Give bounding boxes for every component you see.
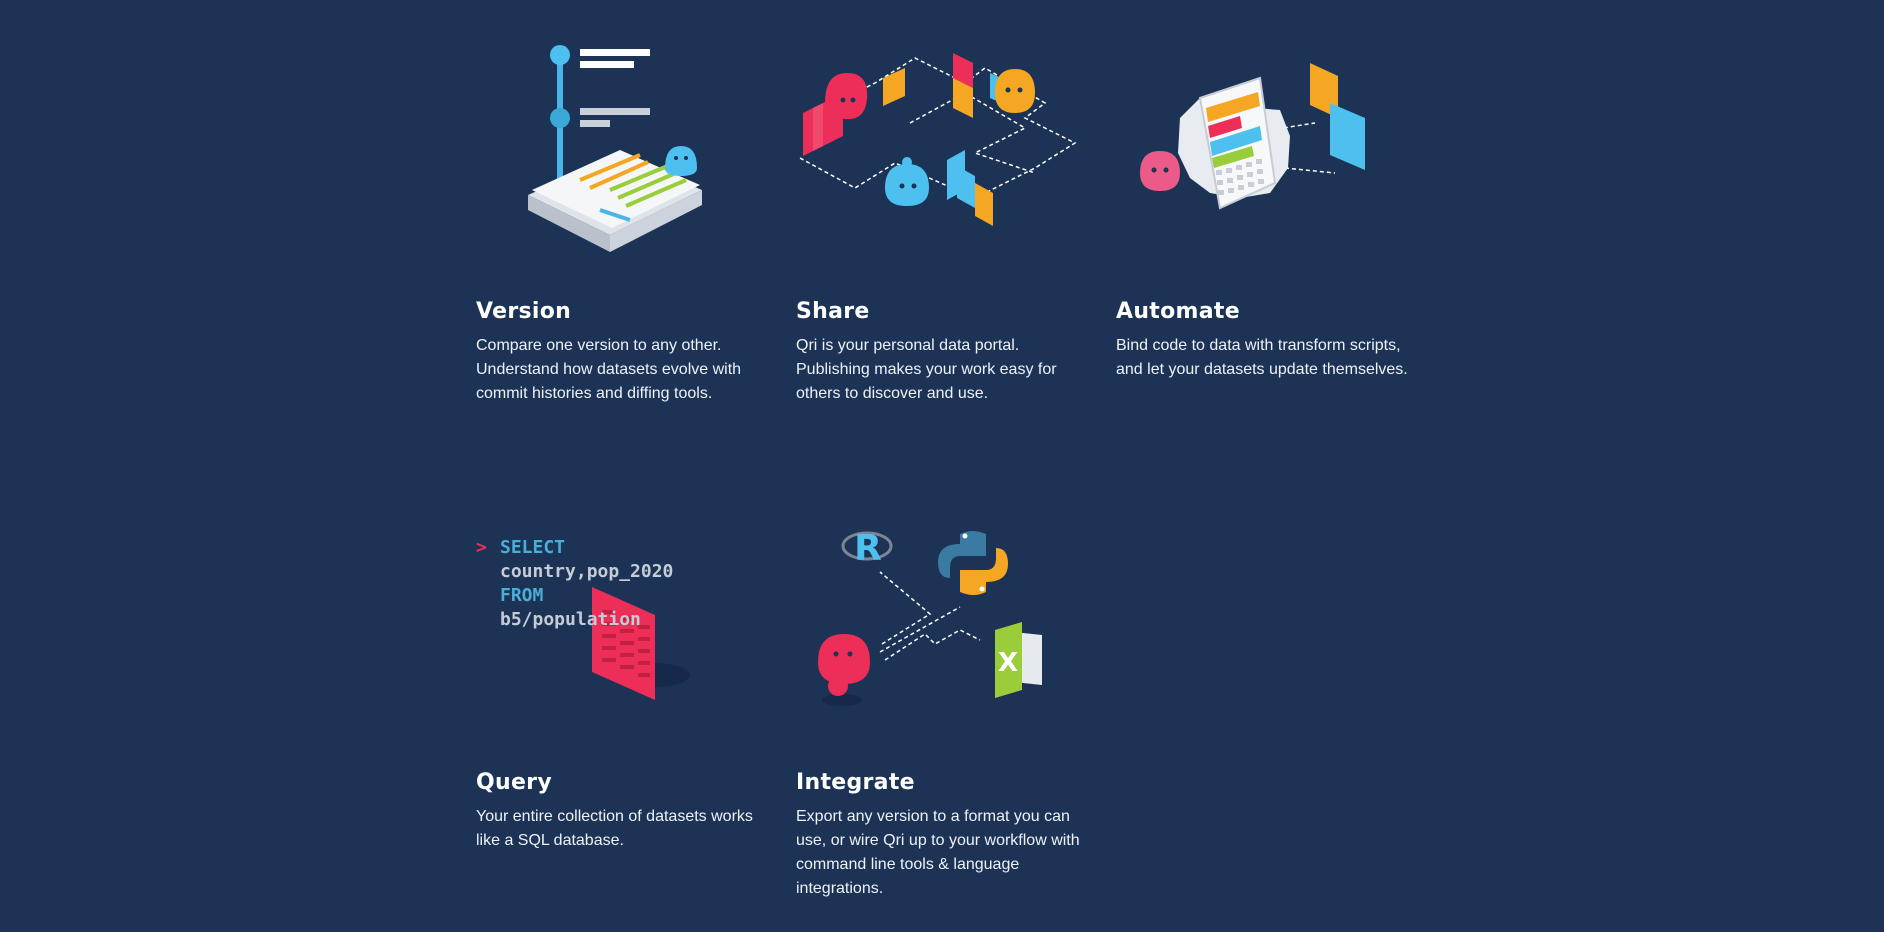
sql-columns: country,pop_2020 [500, 561, 674, 582]
prompt-icon: > [476, 537, 487, 558]
share-illustration [799, 53, 1077, 226]
excel-logo-icon: X [998, 648, 1018, 678]
feature-version: Version Compare one version to any other… [476, 299, 776, 406]
feature-automate: Automate Bind code to data with transfor… [1116, 299, 1416, 382]
feature-description: Export any version to a format you can u… [796, 808, 1080, 897]
feature-description: Compare one version to any other. Unders… [476, 337, 742, 402]
sql-table-name: b5/population [500, 609, 641, 630]
feature-title: Version [476, 299, 572, 324]
feature-title: Query [476, 770, 552, 795]
feature-description: Your entire collection of datasets works… [476, 808, 753, 849]
feature-integrate: Integrate Export any version to a format… [796, 770, 1096, 901]
sql-keyword-select: SELECT [500, 537, 566, 558]
feature-description: Qri is your personal data portal. Publis… [796, 337, 1057, 402]
feature-title: Automate [1116, 299, 1240, 324]
feature-query: Query Your entire collection of datasets… [476, 770, 776, 853]
feature-share: Share Qri is your personal data portal. … [796, 299, 1096, 406]
sql-query-snippet: > SELECT country,pop_2020 FROM b5/popula… [476, 536, 674, 632]
r-logo-icon: R [854, 528, 882, 569]
feature-title: Share [796, 299, 870, 324]
version-illustration [528, 45, 702, 252]
feature-description: Bind code to data with transform scripts… [1116, 337, 1408, 378]
sql-keyword-from: FROM [500, 585, 544, 606]
automate-illustration [1140, 63, 1365, 210]
feature-title: Integrate [796, 770, 915, 795]
integrate-illustration: R X [818, 528, 1042, 706]
